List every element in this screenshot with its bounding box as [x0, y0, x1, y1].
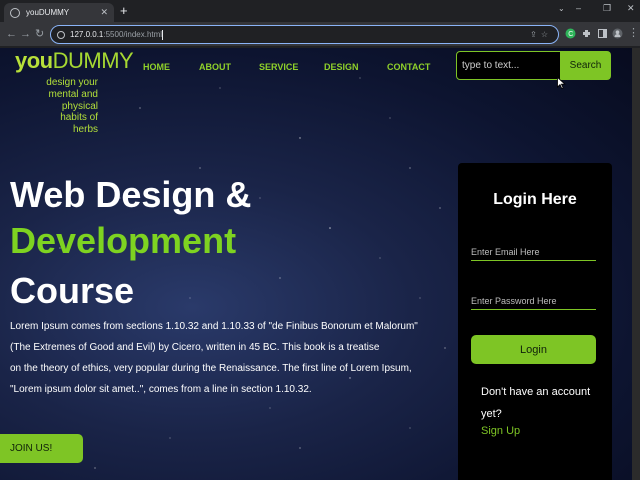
new-tab-button[interactable]: +: [120, 4, 128, 18]
svg-text:C: C: [568, 31, 573, 38]
maximize-button[interactable]: ❐: [603, 3, 611, 14]
extension-icon[interactable]: C: [565, 28, 576, 39]
page-scrollbar[interactable]: [632, 48, 640, 480]
join-us-button[interactable]: JOIN US!: [0, 434, 83, 463]
hero-title-line3: Course: [10, 270, 135, 311]
back-arrow-icon[interactable]: ←: [6, 27, 17, 41]
browser-tab[interactable]: youDUMMY ✕: [4, 3, 114, 22]
puzzle-icon[interactable]: [581, 28, 592, 39]
nav-about[interactable]: ABOUT: [199, 62, 231, 72]
tab-title: youDUMMY: [26, 8, 70, 17]
email-field[interactable]: [471, 243, 596, 261]
bookmark-star-icon[interactable]: ⇪☆: [530, 30, 552, 39]
login-card: Login Here Login Don't have an account y…: [458, 163, 612, 480]
paragraph-line: on the theory of ethics, very popular du…: [10, 363, 412, 374]
profile-icon[interactable]: [612, 28, 623, 39]
password-field[interactable]: [471, 292, 596, 310]
login-button[interactable]: Login: [471, 335, 596, 364]
search-button[interactable]: Search: [560, 51, 611, 80]
globe-icon: [10, 7, 20, 18]
tab-search-icon[interactable]: ⌄: [558, 4, 565, 13]
close-window-button[interactable]: ✕: [627, 3, 635, 14]
logo-you: you: [15, 48, 53, 73]
no-account-text: Don't have an account yet?: [481, 386, 591, 420]
login-title: Login Here: [493, 191, 577, 208]
paragraph-line: (The Extremes of Good and Evil) by Cicer…: [10, 342, 380, 353]
logo-dummy: DUMMY: [52, 48, 134, 73]
site-logo[interactable]: youDUMMY: [15, 48, 134, 74]
mouse-cursor-icon: [557, 77, 566, 89]
nav-contact[interactable]: CONTACT: [387, 62, 430, 72]
site-tagline: design your mental and physical habits o…: [46, 77, 98, 136]
nav-service[interactable]: SERVICE: [259, 62, 298, 72]
menu-dots-icon[interactable]: ⋮: [628, 26, 639, 40]
sidebar-icon[interactable]: [597, 28, 608, 39]
hero-paragraph: Lorem Ipsum comes from sections 1.10.32 …: [10, 316, 430, 400]
url-host: 127.0.0.1: [70, 30, 104, 39]
paragraph-line: "Lorem ipsum dolor sit amet..", comes fr…: [10, 384, 312, 395]
forward-arrow-icon[interactable]: →: [20, 27, 31, 41]
browser-toolbar: ← → ↻ 127.0.0.1 :5500/index.html ⇪☆ C ⋮: [0, 22, 640, 47]
nav-home[interactable]: HOME: [143, 62, 170, 72]
info-icon[interactable]: [57, 30, 65, 39]
hero-title-line1: Web Design &: [10, 174, 252, 215]
paragraph-line: Lorem Ipsum comes from sections 1.10.32 …: [10, 321, 418, 332]
browser-tabstrip: youDUMMY ✕ + ⌄ – ❐ ✕: [0, 0, 640, 22]
signup-link[interactable]: Sign Up: [481, 425, 520, 437]
url-path: :5500/index.html: [103, 30, 163, 39]
nav-design[interactable]: DESIGN: [324, 62, 359, 72]
close-tab-icon[interactable]: ✕: [100, 7, 108, 18]
reload-icon[interactable]: ↻: [35, 27, 44, 41]
search-input[interactable]: [456, 51, 561, 80]
page-viewport: youDUMMY design your mental and physical…: [0, 48, 640, 480]
minimize-button[interactable]: –: [576, 3, 581, 13]
address-bar[interactable]: 127.0.0.1 :5500/index.html ⇪☆: [50, 25, 559, 44]
hero-title-line2: Development: [10, 220, 237, 261]
text-caret: [162, 29, 164, 40]
